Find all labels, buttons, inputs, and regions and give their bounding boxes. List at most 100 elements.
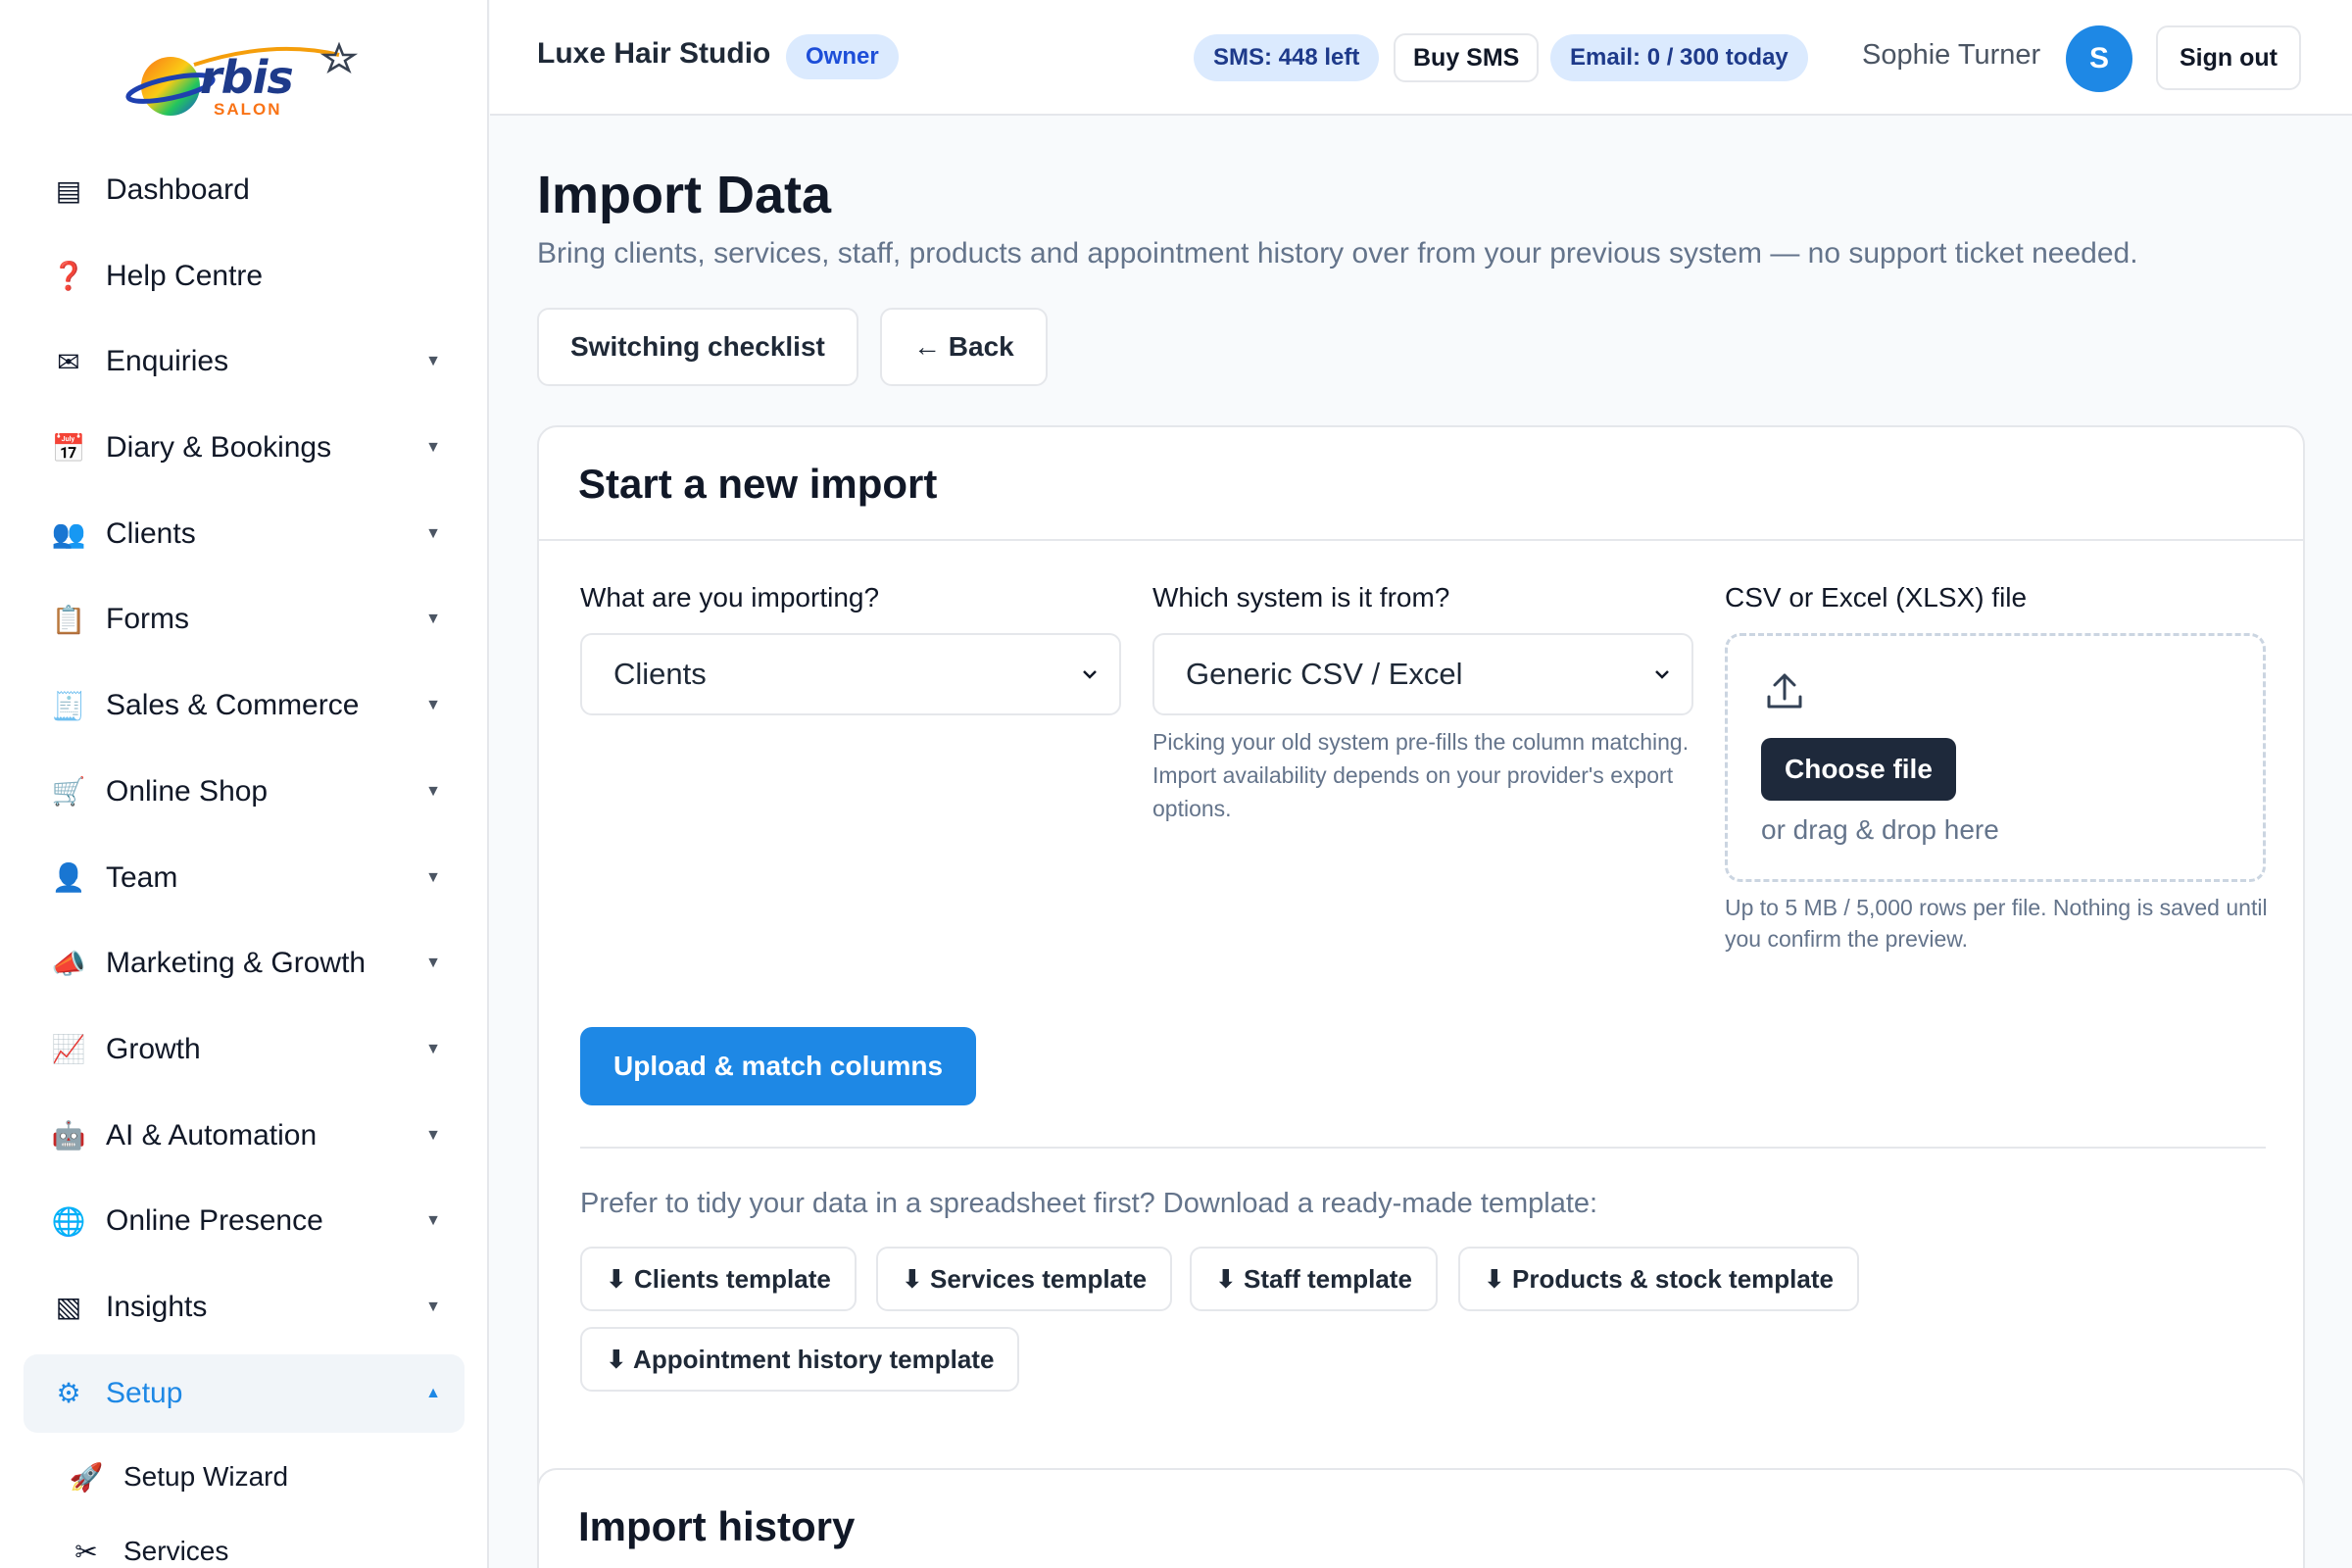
sidebar-item-clients[interactable]: 👥 Clients ▼ bbox=[24, 495, 465, 573]
choose-file-button[interactable]: Choose file bbox=[1761, 738, 1956, 801]
avatar[interactable]: S bbox=[2066, 25, 2132, 92]
page-subtitle: Bring clients, services, staff, products… bbox=[537, 237, 2138, 270]
sidebar-item-insights[interactable]: ▧ Insights ▼ bbox=[24, 1268, 465, 1347]
sidebar: rbis SALON ▤ Dashboard ❓ Help Centre ✉ Enquir… bbox=[0, 0, 489, 1568]
page-title: Import Data bbox=[537, 166, 832, 224]
services-template-button[interactable]: ⬇ Services template bbox=[876, 1247, 1173, 1311]
divider bbox=[580, 1147, 2266, 1149]
source-system-select[interactable]: Generic CSV / Excel bbox=[1152, 633, 1693, 715]
chevron-down-icon[interactable]: ▼ bbox=[425, 869, 441, 887]
staff-template-button[interactable]: ⬇ Staff template bbox=[1190, 1247, 1438, 1311]
sidebar-item-label: Forms bbox=[106, 603, 189, 636]
chevron-down-icon[interactable]: ▼ bbox=[425, 783, 441, 801]
source-system-value: Generic CSV / Excel bbox=[1186, 657, 1463, 691]
sidebar-item-label: Online Shop bbox=[106, 774, 269, 808]
chevron-down-icon[interactable]: ▼ bbox=[425, 1212, 441, 1230]
sidebar-item-label: Growth bbox=[106, 1032, 201, 1065]
chevron-down-icon[interactable]: ▼ bbox=[425, 697, 441, 714]
logo-wordmark: rbis bbox=[200, 51, 294, 104]
logo-subtitle: SALON bbox=[214, 100, 282, 119]
start-import-card: Start a new import What are you importin… bbox=[537, 425, 2305, 1546]
switching-checklist-button[interactable]: Switching checklist bbox=[537, 308, 858, 386]
sidebar-item-label: Dashboard bbox=[106, 173, 250, 206]
drag-drop-hint: or drag & drop here bbox=[1761, 814, 1999, 845]
chevron-down-icon[interactable]: ▼ bbox=[425, 439, 441, 457]
file-dropzone[interactable]: Choose file or drag & drop here bbox=[1725, 633, 2266, 882]
dashboard-icon: ▤ bbox=[55, 174, 82, 206]
sign-out-button[interactable]: Sign out bbox=[2156, 25, 2301, 90]
sidebar-subitem-label: Setup Wizard bbox=[123, 1461, 289, 1493]
receipt-icon: 🧾 bbox=[51, 690, 86, 721]
sidebar-item-dashboard[interactable]: ▤ Dashboard bbox=[24, 151, 465, 229]
people-icon: 👥 bbox=[51, 518, 86, 550]
sidebar-item-label: Help Centre bbox=[106, 259, 264, 292]
sidebar-nav: ▤ Dashboard ❓ Help Centre ✉ Enquiries ▼ 📅 Diary … bbox=[24, 151, 465, 1568]
back-button[interactable]: ← Back bbox=[880, 308, 1048, 386]
chevron-down-icon[interactable]: ▼ bbox=[425, 955, 441, 972]
file-help: Up to 5 MB / 5,000 rows per file. Nothin… bbox=[1725, 895, 2268, 952]
sidebar-subitem-label: Services bbox=[123, 1536, 229, 1567]
sidebar-item-team[interactable]: 👤 Team ▼ bbox=[24, 839, 465, 917]
sidebar-item-ai-and-automation[interactable]: 🤖 AI & Automation ▼ bbox=[24, 1097, 465, 1175]
sidebar-item-label: Online Presence bbox=[106, 1204, 323, 1238]
chevron-down-icon[interactable]: ▼ bbox=[425, 1041, 441, 1058]
template-intro: Prefer to tidy your data in a spreadshee… bbox=[580, 1188, 1598, 1219]
appointment-history-template-button[interactable]: ⬇ Appointment history template bbox=[580, 1327, 1020, 1392]
sidebar-item-label: Enquiries bbox=[106, 345, 229, 378]
chevron-down-icon[interactable]: ▼ bbox=[425, 353, 441, 370]
rocket-icon: 🚀 bbox=[69, 1461, 104, 1493]
orbis-salon-logo[interactable]: rbis SALON bbox=[125, 35, 361, 125]
email-quota-badge: Email: 0 / 300 today bbox=[1550, 34, 1808, 81]
card-header: Import history bbox=[539, 1470, 2303, 1568]
clipboard-icon: 📋 bbox=[51, 604, 86, 635]
source-system-help: Picking your old system pre-fills the co… bbox=[1152, 729, 1690, 821]
import-type-select[interactable]: Clients bbox=[580, 633, 1121, 715]
buy-sms-button[interactable]: Buy SMS bbox=[1394, 33, 1540, 82]
chevron-up-icon[interactable]: ▲ bbox=[425, 1385, 441, 1402]
cart-icon: 🛒 bbox=[51, 776, 86, 808]
sidebar-subitem-setup-wizard[interactable]: 🚀 Setup Wizard bbox=[24, 1440, 465, 1514]
source-system-label: Which system is it from? bbox=[1152, 582, 1450, 612]
chevron-down-icon[interactable]: ▼ bbox=[425, 611, 441, 628]
user-name: Sophie Turner bbox=[1862, 39, 2041, 71]
sidebar-item-diary-and-bookings[interactable]: 📅 Diary & Bookings ▼ bbox=[24, 409, 465, 487]
role-badge: Owner bbox=[786, 34, 899, 79]
chevron-down-icon bbox=[1083, 670, 1097, 679]
sidebar-item-help-centre[interactable]: ❓ Help Centre bbox=[24, 237, 465, 316]
scissors-icon: ✂ bbox=[74, 1536, 98, 1567]
import-type-value: Clients bbox=[613, 657, 707, 691]
sidebar-item-label: Marketing & Growth bbox=[106, 947, 367, 980]
sidebar-item-sales-and-commerce[interactable]: 🧾 Sales & Commerce ▼ bbox=[24, 666, 465, 745]
sidebar-subitem-services[interactable]: ✂ Services bbox=[24, 1514, 465, 1568]
upload-match-columns-button[interactable]: Upload & match columns bbox=[580, 1027, 977, 1105]
upload-icon bbox=[1767, 673, 1802, 709]
clients-template-button[interactable]: ⬇ Clients template bbox=[580, 1247, 857, 1311]
chart-up-icon: 📈 bbox=[51, 1034, 86, 1065]
sidebar-item-online-shop[interactable]: 🛒 Online Shop ▼ bbox=[24, 753, 465, 831]
robot-icon: 🤖 bbox=[51, 1120, 86, 1152]
file-label: CSV or Excel (XLSX) file bbox=[1725, 582, 2028, 612]
sidebar-item-growth[interactable]: 📈 Growth ▼ bbox=[24, 1010, 465, 1089]
help-icon: ❓ bbox=[51, 261, 86, 292]
sidebar-item-label: Sales & Commerce bbox=[106, 689, 360, 722]
sidebar-item-label: Diary & Bookings bbox=[106, 431, 332, 465]
sidebar-item-label: Insights bbox=[106, 1290, 208, 1323]
card-title: Import history bbox=[578, 1503, 856, 1549]
chevron-down-icon[interactable]: ▼ bbox=[425, 1298, 441, 1316]
sidebar-item-label: AI & Automation bbox=[106, 1118, 318, 1152]
chevron-down-icon bbox=[1655, 670, 1669, 679]
sidebar-item-marketing-and-growth[interactable]: 📣 Marketing & Growth ▼ bbox=[24, 924, 465, 1003]
person-icon: 👤 bbox=[51, 862, 86, 893]
chevron-down-icon[interactable]: ▼ bbox=[425, 525, 441, 543]
gear-icon: ⚙ bbox=[56, 1378, 81, 1409]
topbar: Luxe Hair Studio Owner SMS: 448 left Buy… bbox=[490, 0, 2352, 116]
megaphone-icon: 📣 bbox=[51, 948, 86, 979]
insights-icon: ▧ bbox=[55, 1292, 82, 1323]
chevron-down-icon[interactable]: ▼ bbox=[425, 1127, 441, 1145]
sidebar-item-enquiries[interactable]: ✉ Enquiries ▼ bbox=[24, 322, 465, 401]
sidebar-item-label: Team bbox=[106, 860, 178, 894]
sidebar-item-setup[interactable]: ⚙ Setup ▲ bbox=[24, 1353, 465, 1433]
sidebar-item-forms[interactable]: 📋 Forms ▼ bbox=[24, 580, 465, 659]
sidebar-item-online-presence[interactable]: 🌐 Online Presence ▼ bbox=[24, 1182, 465, 1260]
products-stock-template-button[interactable]: ⬇ Products & stock template bbox=[1458, 1247, 1859, 1311]
